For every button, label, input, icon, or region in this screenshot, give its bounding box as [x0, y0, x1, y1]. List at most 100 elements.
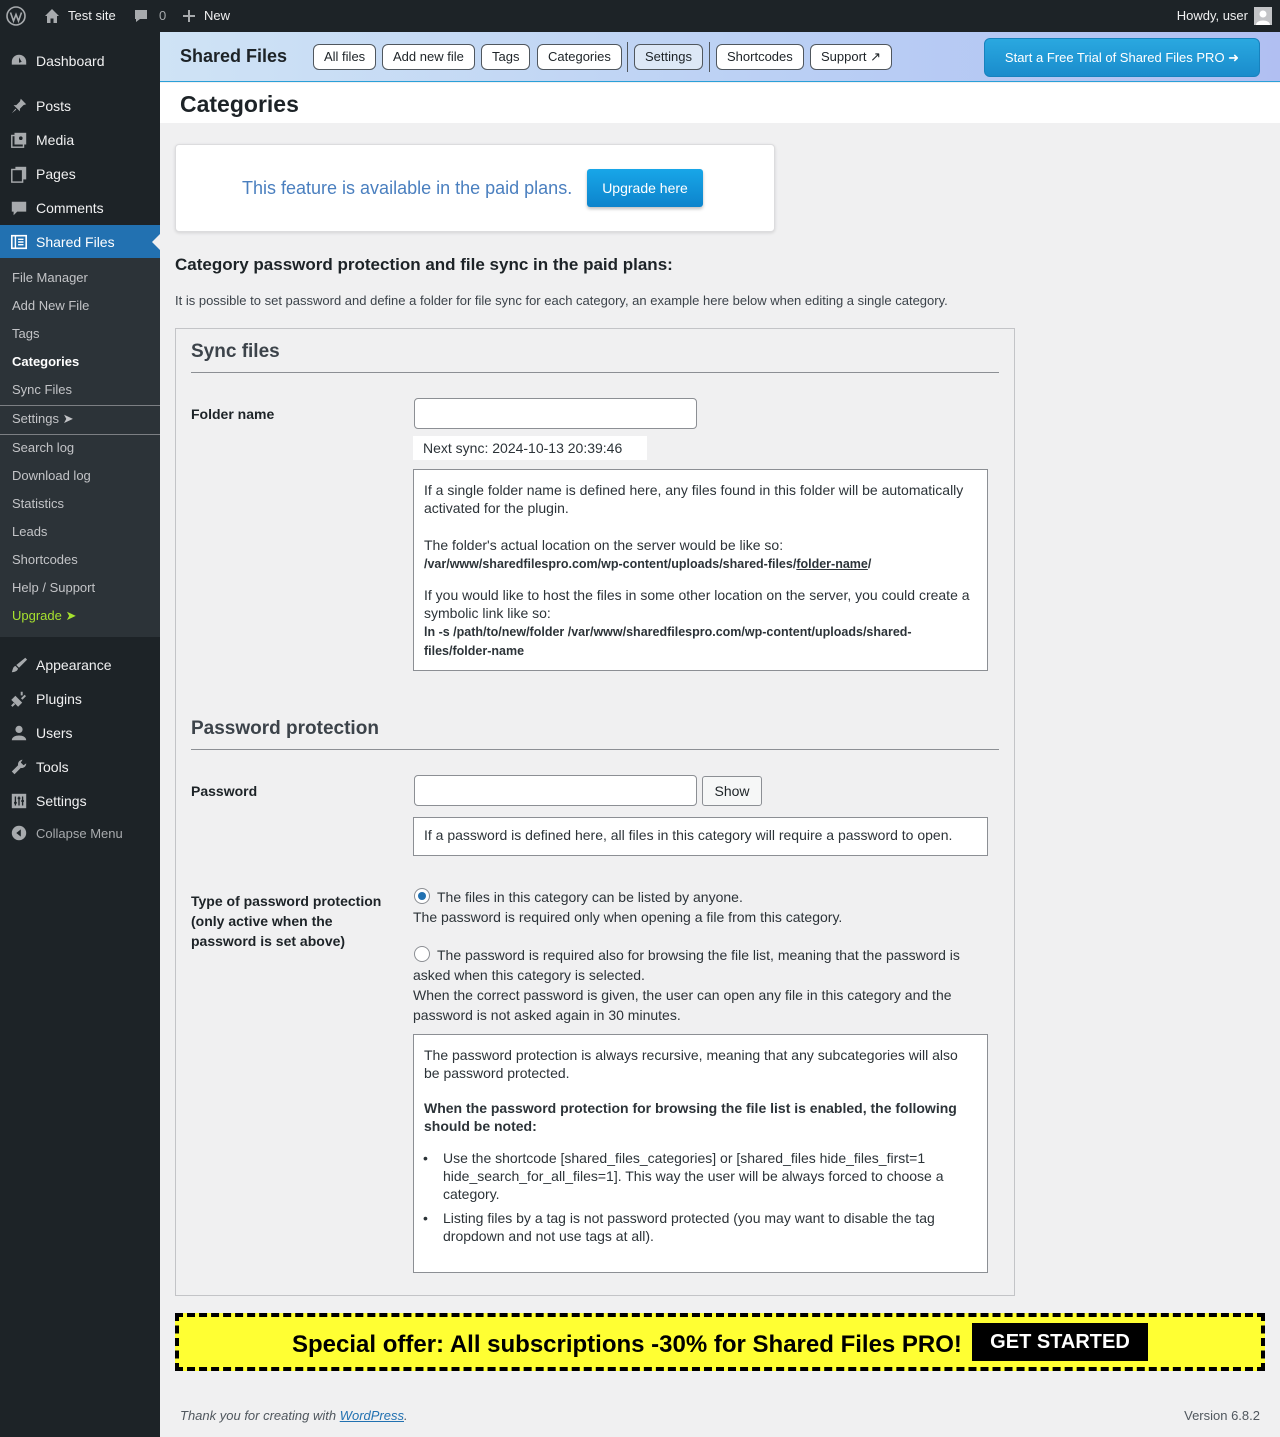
menu-pages[interactable]: Pages: [0, 157, 160, 191]
submenu-divider: [0, 405, 160, 406]
show-password-button[interactable]: Show: [702, 776, 762, 806]
comments-link[interactable]: 0: [133, 0, 166, 32]
plugin-nav: Shared Files All files Add new file Tags…: [160, 32, 1280, 82]
browsing-note-heading: When the password protection for browsin…: [424, 1100, 957, 1134]
folder-name-input[interactable]: [414, 398, 697, 429]
submenu-download-log[interactable]: Download log: [12, 468, 91, 483]
section-divider: [191, 749, 999, 750]
menu-media-label: Media: [36, 132, 75, 148]
comments-count: 0: [159, 8, 167, 23]
menu-tools-label: Tools: [36, 759, 69, 775]
my-account-link[interactable]: Howdy, user: [1177, 0, 1272, 32]
password-type-label: Type of password protection (only active…: [191, 893, 382, 949]
submenu-categories[interactable]: Categories: [12, 354, 79, 369]
shared-files-submenu: File Manager Add New File Tags Categorie…: [0, 258, 160, 637]
nav-add-new-file-button[interactable]: Add new file: [382, 44, 475, 70]
sync-info-paragraph: If a single folder name is defined here,…: [424, 482, 964, 516]
option-password-browsing-text: The password is required also for browsi…: [413, 947, 960, 983]
submenu-help-support[interactable]: Help / Support: [12, 580, 95, 595]
section-heading: Category password protection and file sy…: [175, 255, 673, 274]
browsing-notes-list: Use the shortcode [shared_files_categori…: [423, 1149, 977, 1245]
submenu-sync-files[interactable]: Sync Files: [12, 382, 72, 397]
sync-path-folder: folder-name: [796, 557, 868, 571]
pages-icon: [0, 165, 36, 183]
comments-icon: [0, 199, 36, 217]
menu-settings-label: Settings: [36, 793, 87, 809]
menu-media[interactable]: Media: [0, 123, 160, 157]
wordpress-link[interactable]: WordPress: [340, 1408, 404, 1423]
menu-posts[interactable]: Posts: [0, 89, 160, 123]
new-content-link[interactable]: New: [182, 0, 230, 32]
free-trial-button[interactable]: Start a Free Trial of Shared Files PRO ➜: [984, 38, 1260, 77]
admin-sidebar: Dashboard Posts Media Pages Comments Sha…: [0, 32, 160, 1437]
plugin-brand: Shared Files: [180, 46, 288, 66]
menu-pages-label: Pages: [36, 166, 76, 182]
nav-support-button[interactable]: Support ↗: [810, 44, 893, 70]
site-name: Test site: [68, 8, 116, 23]
home-icon: [44, 8, 60, 24]
sync-path-prefix: /var/www/sharedfilespro.com/wp-content/u…: [424, 557, 797, 571]
password-input[interactable]: [414, 775, 697, 806]
password-label: Password: [191, 783, 258, 799]
media-icon: [0, 131, 36, 149]
intro-text: It is possible to set password and defin…: [175, 293, 948, 308]
paintbrush-icon: [0, 656, 36, 674]
list-item: Use the shortcode [shared_files_categori…: [419, 1149, 977, 1203]
collapse-icon: [0, 824, 36, 842]
footer-version: Version 6.8.2: [1184, 1408, 1260, 1423]
upgrade-notice: This feature is available in the paid pl…: [175, 144, 775, 232]
menu-users-label: Users: [36, 725, 73, 741]
avatar: [1254, 7, 1272, 25]
next-sync-text: Next sync: 2024-10-13 20:39:46: [413, 436, 647, 460]
menu-dashboard[interactable]: Dashboard: [0, 44, 160, 78]
submenu-search-log[interactable]: Search log: [12, 440, 74, 455]
menu-users[interactable]: Users: [0, 716, 160, 750]
sync-location-text: The folder's actual location on the serv…: [424, 537, 784, 553]
menu-comments-label: Comments: [36, 200, 104, 216]
menu-appearance-label: Appearance: [36, 657, 112, 673]
sync-info-box: If a single folder name is defined here,…: [413, 469, 988, 671]
menu-plugins[interactable]: Plugins: [0, 682, 160, 716]
menu-comments[interactable]: Comments: [0, 191, 160, 225]
site-name-link[interactable]: Test site: [44, 0, 116, 32]
submenu-tags[interactable]: Tags: [12, 326, 39, 341]
wordpress-logo-icon[interactable]: [6, 0, 26, 32]
shared-files-icon: [0, 233, 36, 251]
page-title: Categories: [180, 91, 299, 117]
footer-thanks-text: Thank you for creating with: [180, 1408, 340, 1423]
menu-shared-files-label: Shared Files: [36, 234, 115, 250]
special-offer-text: Special offer: All subscriptions -30% fo…: [292, 1331, 962, 1358]
menu-shared-files[interactable]: Shared Files: [0, 225, 160, 259]
nav-tags-button[interactable]: Tags: [481, 44, 531, 70]
submenu-leads[interactable]: Leads: [12, 524, 47, 539]
submenu-file-manager[interactable]: File Manager: [12, 270, 88, 285]
collapse-menu-button[interactable]: Collapse Menu: [0, 816, 160, 850]
nav-all-files-button[interactable]: All files: [313, 44, 377, 70]
admin-bar: Test site 0 New Howdy, user: [0, 0, 1280, 32]
submenu-statistics[interactable]: Statistics: [12, 496, 64, 511]
upgrade-here-button[interactable]: Upgrade here: [587, 169, 703, 207]
menu-settings[interactable]: Settings: [0, 784, 160, 818]
submenu-shortcodes[interactable]: Shortcodes: [12, 552, 78, 567]
submenu-divider: [0, 434, 160, 435]
nav-shortcodes-button[interactable]: Shortcodes: [716, 44, 804, 70]
nav-categories-button[interactable]: Categories: [537, 44, 622, 70]
sync-path: /var/www/sharedfilespro.com/wp-content/u…: [424, 557, 871, 571]
password-info-box: If a password is defined here, all files…: [413, 817, 988, 856]
submenu-upgrade[interactable]: Upgrade ➤: [12, 608, 76, 624]
submenu-add-new-file[interactable]: Add New File: [12, 298, 89, 313]
submenu-settings[interactable]: Settings ➤: [12, 411, 73, 427]
pushpin-icon: [0, 97, 36, 115]
plus-icon: [182, 9, 196, 23]
menu-tools[interactable]: Tools: [0, 750, 160, 784]
menu-appearance[interactable]: Appearance: [0, 648, 160, 682]
collapse-menu-label: Collapse Menu: [36, 825, 123, 841]
get-started-button[interactable]: GET STARTED: [972, 1323, 1148, 1361]
password-notes-box: The password protection is always recurs…: [413, 1034, 988, 1273]
wrench-icon: [0, 758, 36, 776]
nav-settings-button[interactable]: Settings: [634, 44, 703, 70]
menu-posts-label: Posts: [36, 98, 72, 114]
user-icon: [0, 724, 36, 742]
comment-icon: [133, 8, 149, 24]
menu-dashboard-label: Dashboard: [36, 53, 105, 69]
